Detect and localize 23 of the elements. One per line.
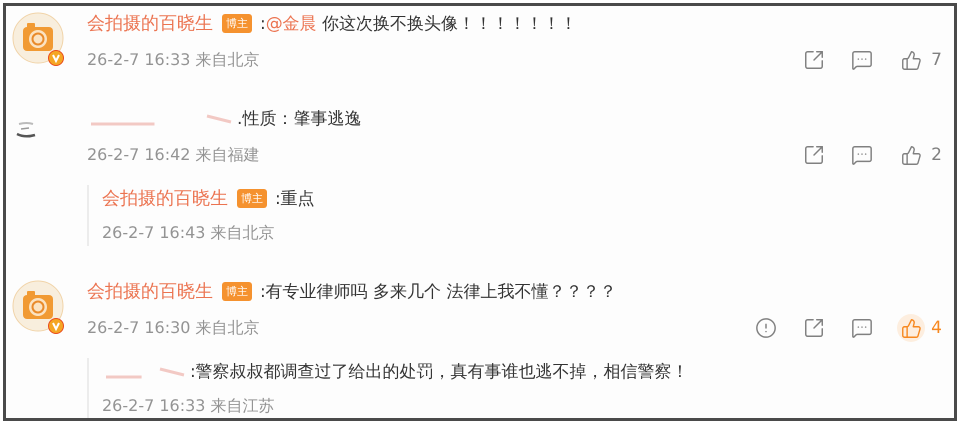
like-button[interactable]: 7 [897, 46, 942, 74]
author-badge: 博主 [222, 282, 252, 300]
reply-time: 26-2-7 16:43 来自北京 [102, 222, 275, 244]
author-name[interactable]: 会拍摄的百晓生 [87, 279, 213, 303]
author-name[interactable]: 会拍摄的百晓生 [87, 11, 213, 35]
like-button[interactable]: 2 [897, 141, 942, 169]
comment-text: :@金晨 你这次换不换头像！！！！！！！ [260, 12, 578, 34]
comment-time: 26-2-7 16:30 来自北京 [87, 318, 260, 338]
thumbs-up-icon [897, 314, 926, 342]
mention-link[interactable]: @金晨 [266, 14, 317, 34]
reply-text: :重点 [275, 188, 315, 210]
reply-text: :警察叔叔都调查过了给出的处罚，真有事谁也逃不掉，相信警察！ [190, 360, 689, 382]
author-badge: 博主 [222, 14, 252, 32]
author-name[interactable]: 会拍摄的百晓生 [102, 186, 228, 210]
reply-time: 26-2-7 16:33 来自江苏 [102, 396, 275, 416]
author-badge: 博主 [237, 188, 267, 208]
comment-text: :有专业律师吗 多来几个 法律上我不懂？？？？ [260, 280, 617, 302]
comment-text: .性质：肇事逃逸 [237, 108, 362, 130]
comment-time: 26-2-7 16:42 来自福建 [87, 144, 260, 166]
like-button[interactable]: 4 [897, 314, 942, 342]
avatar-icon [12, 12, 64, 64]
avatar-icon [12, 280, 64, 332]
comment-time: 26-2-7 16:33 来自北京 [87, 50, 260, 70]
